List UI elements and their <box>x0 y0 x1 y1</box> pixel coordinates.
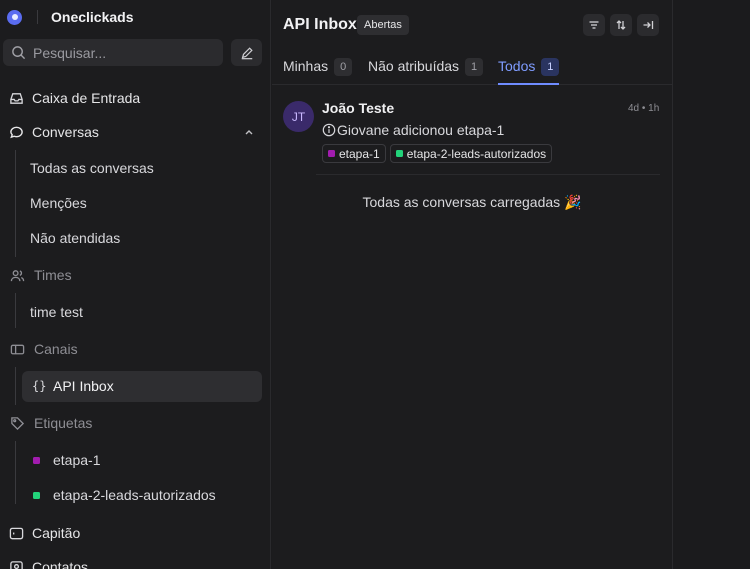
conversation-labels: etapa-1 etapa-2-leads-autorizados <box>322 144 553 163</box>
sidebar-item-unattended[interactable]: Não atendidas <box>0 223 271 253</box>
inbox-icon <box>10 93 23 104</box>
conversation-tabs: Minhas 0 Não atribuídas 1 Todos 1 <box>272 52 672 85</box>
sidebar-item-inbox[interactable]: Caixa de Entrada <box>0 83 271 113</box>
avatar: JT <box>283 101 314 132</box>
brand-logo-icon <box>7 9 22 25</box>
sidebar-section-label: Canais <box>34 341 78 357</box>
sidebar-section-labels[interactable]: Etiquetas <box>0 408 271 438</box>
sidebar-item-label: Não atendidas <box>30 230 121 246</box>
sidebar-item-label: time test <box>30 304 83 320</box>
sort-button[interactable] <box>610 14 632 36</box>
sidebar-section-channels[interactable]: Canais <box>0 334 271 364</box>
sidebar-item-mentions[interactable]: Menções <box>0 188 271 218</box>
search-box[interactable] <box>3 39 223 66</box>
sidebar-item-contacts[interactable]: Contatos <box>0 552 271 569</box>
tab-label: Minhas <box>283 58 329 74</box>
compose-button[interactable] <box>231 39 262 66</box>
captain-icon <box>9 527 24 540</box>
arrow-right-to-line-icon <box>643 21 654 29</box>
brand[interactable]: Oneclickads <box>7 8 134 26</box>
contact-name: João Teste <box>322 100 395 116</box>
sidebar-item-all-conversations[interactable]: Todas as conversas <box>0 153 271 183</box>
info-circle-icon <box>322 123 336 137</box>
sidebar-item-label: Todas as conversas <box>30 160 154 176</box>
tab-count-badge: 1 <box>465 58 484 76</box>
tab-label: Não atribuídas <box>368 58 460 74</box>
sidebar-section-teams[interactable]: Times <box>0 260 271 290</box>
sidebar-item-api-inbox[interactable]: {} API Inbox <box>0 371 271 401</box>
label-color-dot <box>328 150 335 157</box>
filter-icon <box>589 21 599 29</box>
sidebar-section-label: Times <box>34 267 72 283</box>
sidebar-item-label: Conversas <box>32 124 99 140</box>
sidebar-item-label: etapa-2-leads-autorizados <box>53 487 216 503</box>
users-icon <box>10 270 25 282</box>
sidebar-item-label: Caixa de Entrada <box>32 90 141 106</box>
contact-card-icon <box>10 561 23 569</box>
sidebar-item-label: Menções <box>30 195 87 211</box>
label-chip-etapa-1: etapa-1 <box>322 144 386 163</box>
search-input[interactable] <box>33 44 213 61</box>
sidebar-item-captain[interactable]: Capitão <box>0 518 271 548</box>
label-color-dot <box>395 150 403 157</box>
filter-button[interactable] <box>583 14 605 36</box>
channel-icon <box>10 344 25 355</box>
sidebar-item-team-time-test[interactable]: time test <box>0 297 271 327</box>
sidebar-item-conversations[interactable]: Conversas <box>0 117 271 147</box>
all-loaded-message: Todas as conversas carregadas 🎉 <box>362 194 582 210</box>
tab-unassigned[interactable]: Não atribuídas 1 <box>368 52 484 85</box>
last-message-text: Giovane adicionou etapa-1 <box>337 122 505 138</box>
label-color-dot <box>33 457 40 464</box>
conversation-card[interactable]: JT João Teste 4d • 1h Giovane adicionou … <box>272 97 672 175</box>
chevron-up-icon[interactable] <box>244 128 254 136</box>
sidebar-item-label: etapa-1 <box>53 452 101 468</box>
tab-label: Todos <box>498 58 536 74</box>
tab-count-badge: 1 <box>541 58 560 76</box>
label-chip-text: etapa-1 <box>339 146 380 161</box>
last-message: Giovane adicionou etapa-1 <box>322 122 504 138</box>
tab-count-badge: 0 <box>334 58 353 76</box>
label-color-dot <box>33 492 40 499</box>
page-title: API Inbox <box>283 16 357 33</box>
tab-all[interactable]: Todos 1 <box>498 52 560 85</box>
sidebar-section-label: Etiquetas <box>34 415 93 431</box>
conversation-list-panel: API Inbox Abertas Minhas 0 Não atribuída… <box>272 0 673 569</box>
label-chip-text: etapa-2-leads-autorizados <box>406 146 547 161</box>
sort-arrows-icon <box>616 20 626 30</box>
code-brackets-icon: {} <box>32 379 47 393</box>
label-chip-etapa-2: etapa-2-leads-autorizados <box>389 144 553 163</box>
search-icon <box>12 46 26 60</box>
sidebar-item-label: API Inbox <box>53 378 114 394</box>
sidebar-item-label: Contatos <box>32 559 89 569</box>
divider <box>316 174 660 175</box>
tab-mine[interactable]: Minhas 0 <box>283 52 353 85</box>
brand-name: Oneclickads <box>51 9 134 25</box>
sidebar-item-label: Capitão <box>32 525 81 541</box>
sidebar-item-label-etapa-2[interactable]: etapa-2-leads-autorizados <box>0 480 271 510</box>
brand-divider <box>37 10 38 24</box>
status-filter-badge[interactable]: Abertas <box>357 15 409 35</box>
tag-icon <box>11 417 25 431</box>
sidebar-item-label-etapa-1[interactable]: etapa-1 <box>0 445 271 475</box>
pencil-icon <box>241 46 253 59</box>
collapse-panel-button[interactable] <box>637 14 659 36</box>
sidebar: Oneclickads Caixa de Entrada Conversas T… <box>0 0 271 569</box>
conversation-timestamp: 4d • 1h <box>628 103 660 114</box>
chat-bubble-icon <box>10 126 23 139</box>
